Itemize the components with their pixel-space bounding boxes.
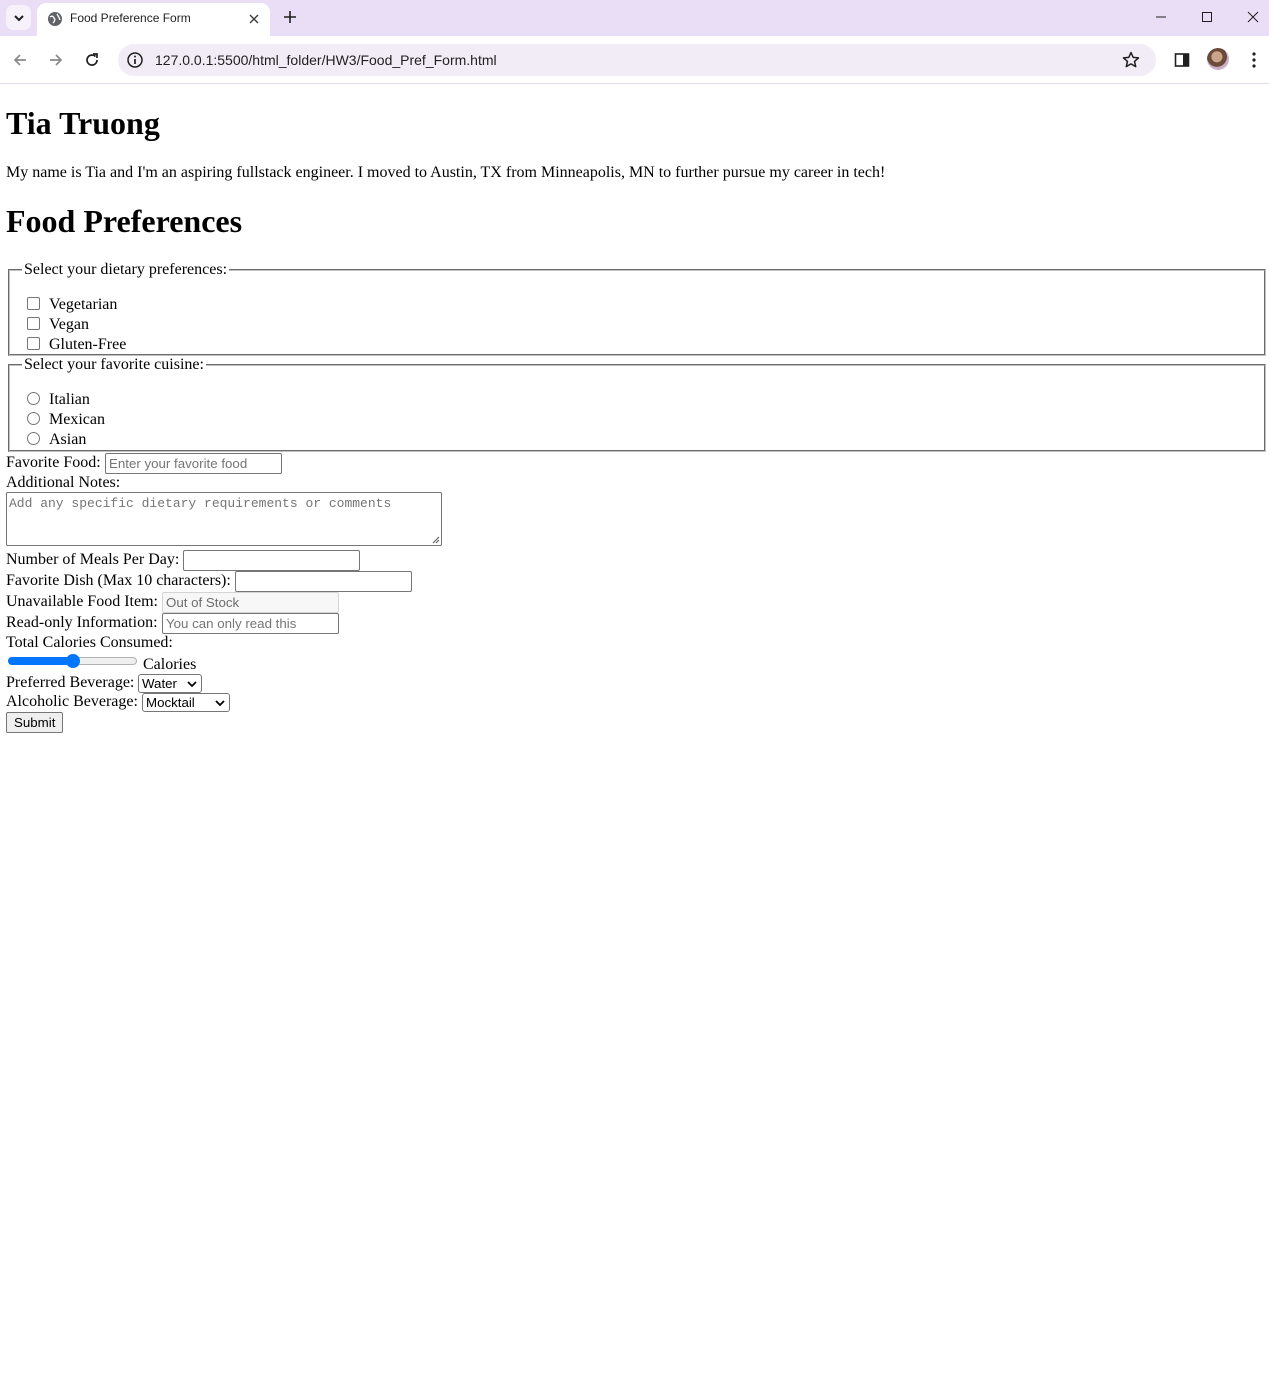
- reload-icon: [86, 53, 98, 66]
- preferred-beverage-value: Water: [142, 676, 177, 691]
- additional-notes-placeholder: Add any specific dietary requirements or…: [9, 496, 392, 511]
- readonly-info-input[interactable]: You can only read this: [162, 613, 339, 634]
- url-text[interactable]: 127.0.0.1:5500/html_folder/HW3/Food_Pref…: [155, 52, 497, 68]
- favorite-food-input[interactable]: Enter your favorite food: [105, 453, 282, 474]
- gluten-free-label[interactable]: Gluten-Free: [49, 335, 126, 355]
- side-panel-icon: [1174, 53, 1190, 67]
- chevron-down-icon: [13, 14, 24, 21]
- italian-label[interactable]: Italian: [49, 390, 90, 410]
- unavailable-item-input: Out of Stock: [162, 592, 339, 613]
- vegetarian-checkbox[interactable]: [27, 297, 40, 310]
- more-vertical-icon: [1252, 52, 1256, 68]
- alcoholic-beverage-label: Alcoholic Beverage:: [6, 693, 138, 710]
- tab-strip: Food Preference Form: [0, 0, 1269, 36]
- alcoholic-beverage-select[interactable]: Mocktail: [142, 693, 230, 712]
- dietary-fieldset: Select your dietary preferences: Vegetar…: [8, 261, 1266, 356]
- calories-slider[interactable]: [8, 652, 137, 672]
- maximize-button[interactable]: [1195, 6, 1219, 28]
- preferred-beverage-label: Preferred Beverage:: [6, 674, 135, 691]
- forward-button[interactable]: [44, 48, 68, 72]
- submit-button[interactable]: Submit: [6, 712, 64, 733]
- cuisine-legend: Select your favorite cuisine:: [24, 356, 204, 373]
- bio-paragraph: My name is Tia and I'm an aspiring fulls…: [6, 164, 886, 181]
- chevron-down-icon: [187, 681, 197, 688]
- asian-radio[interactable]: [27, 432, 40, 445]
- address-bar[interactable]: 127.0.0.1:5500/html_folder/HW3/Food_Pref…: [118, 44, 1156, 76]
- close-icon: [1247, 11, 1259, 23]
- reload-button[interactable]: [80, 48, 104, 72]
- cuisine-fieldset: Select your favorite cuisine: Italian Me…: [8, 356, 1266, 452]
- close-tab-button[interactable]: [245, 10, 263, 28]
- active-tab[interactable]: Food Preference Form: [37, 3, 270, 36]
- favorite-food-label: Favorite Food:: [6, 454, 101, 471]
- arrow-right-icon: [50, 54, 63, 66]
- alcoholic-beverage-value: Mocktail: [146, 695, 195, 710]
- italian-radio[interactable]: [27, 392, 40, 405]
- tab-search-button[interactable]: [6, 5, 31, 30]
- chevron-down-icon: [215, 700, 225, 707]
- meals-per-day-label: Number of Meals Per Day:: [6, 551, 180, 568]
- meals-per-day-input[interactable]: [183, 550, 360, 571]
- browser-toolbar: 127.0.0.1:5500/html_folder/HW3/Food_Pref…: [0, 36, 1269, 84]
- minimize-button[interactable]: [1149, 6, 1173, 28]
- minimize-icon: [1156, 16, 1166, 18]
- globe-icon: [48, 12, 62, 26]
- vegan-checkbox[interactable]: [27, 317, 40, 330]
- favorite-dish-input[interactable]: [235, 571, 412, 592]
- vegetarian-label[interactable]: Vegetarian: [49, 295, 117, 315]
- vegan-label[interactable]: Vegan: [49, 315, 89, 335]
- mexican-label[interactable]: Mexican: [49, 410, 105, 430]
- name-heading: Tia Truong: [6, 105, 160, 141]
- profile-avatar[interactable]: [1207, 48, 1229, 70]
- bookmark-star-icon[interactable]: [1121, 50, 1141, 70]
- close-icon: [249, 14, 259, 24]
- readonly-info-label: Read-only Information:: [6, 614, 158, 631]
- mexican-radio[interactable]: [27, 412, 40, 425]
- calories-unit: Calories: [143, 656, 197, 673]
- slider-thumb[interactable]: [66, 654, 80, 668]
- gluten-free-checkbox[interactable]: [27, 337, 40, 350]
- dietary-legend: Select your dietary preferences:: [24, 261, 228, 278]
- preferred-beverage-select[interactable]: Water: [138, 674, 202, 693]
- unavailable-item-value: Out of Stock: [166, 595, 240, 610]
- side-panel-button[interactable]: [1170, 48, 1194, 72]
- new-tab-button[interactable]: [280, 7, 300, 27]
- menu-button[interactable]: [1242, 48, 1266, 72]
- tab-title: Food Preference Form: [70, 11, 191, 25]
- favorite-food-placeholder: Enter your favorite food: [109, 456, 248, 471]
- back-button[interactable]: [8, 48, 32, 72]
- additional-notes-label: Additional Notes:: [6, 474, 121, 491]
- info-icon[interactable]: [126, 51, 144, 69]
- unavailable-item-label: Unavailable Food Item:: [6, 593, 158, 610]
- arrow-left-icon: [13, 54, 26, 66]
- slider-fill: [8, 657, 73, 665]
- asian-label[interactable]: Asian: [49, 430, 86, 450]
- favorite-dish-label: Favorite Dish (Max 10 characters):: [6, 572, 231, 589]
- maximize-icon: [1202, 12, 1212, 22]
- plus-icon: [284, 11, 296, 23]
- close-window-button[interactable]: [1241, 6, 1265, 28]
- readonly-info-value: You can only read this: [166, 616, 297, 631]
- calories-label: Total Calories Consumed:: [6, 634, 173, 651]
- resize-grip-icon[interactable]: [432, 536, 440, 544]
- food-preferences-heading: Food Preferences: [6, 203, 243, 239]
- additional-notes-textarea[interactable]: Add any specific dietary requirements or…: [6, 492, 442, 546]
